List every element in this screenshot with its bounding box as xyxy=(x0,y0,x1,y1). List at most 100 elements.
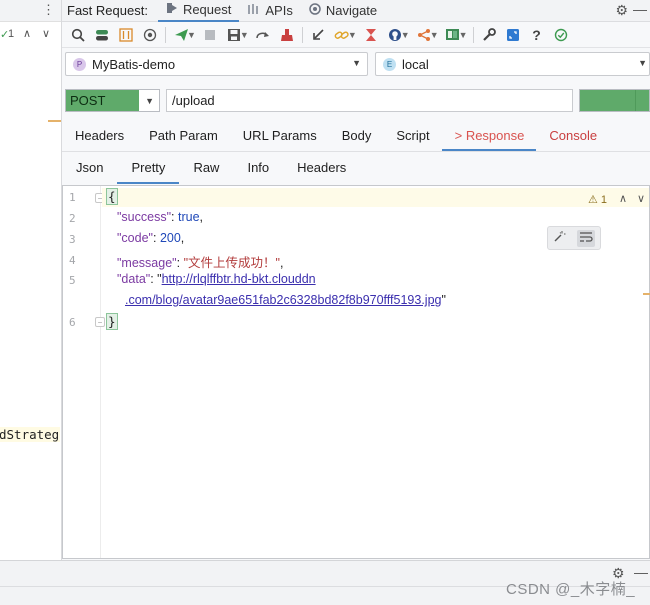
tab-response-headers[interactable]: Headers xyxy=(283,160,360,184)
code-fragment: dStrateg xyxy=(0,427,61,442)
project-badge-icon: P xyxy=(73,57,86,71)
expand-icon[interactable] xyxy=(501,23,525,47)
tab-pretty[interactable]: Pretty xyxy=(117,160,180,184)
chevron-down-icon[interactable]: ▼ xyxy=(401,30,410,40)
send-dropdown[interactable] xyxy=(635,90,649,111)
import-icon[interactable] xyxy=(306,23,330,47)
project-select[interactable]: P MyBatis-demo ▼ xyxy=(65,52,368,76)
line-number: 6 xyxy=(69,316,76,329)
watermark: CSDN @_木字楠_ xyxy=(506,581,636,598)
environment-select[interactable]: E local ▼ xyxy=(375,52,650,76)
warning-icon[interactable]: ⚠ 1 xyxy=(588,193,607,206)
fast-request-panel: Fast Request: Request APIs Navigate ⚙ — xyxy=(62,0,650,560)
method-value: POST xyxy=(66,90,139,111)
inspection-count: 1 xyxy=(8,28,15,40)
close-brace: } xyxy=(106,313,118,330)
tab-apis[interactable]: APIs xyxy=(239,0,300,22)
check-circle-icon[interactable] xyxy=(549,23,573,47)
redo-icon[interactable] xyxy=(251,23,275,47)
tab-console[interactable]: Console xyxy=(536,128,609,151)
left-panel-header: ⋮ xyxy=(0,0,61,22)
line-number: 1 xyxy=(69,191,76,204)
method-select[interactable]: POST ▼ xyxy=(65,89,160,112)
send-button[interactable] xyxy=(579,89,650,112)
apis-icon xyxy=(247,3,260,18)
response-tabs: Json Pretty Raw Info Headers xyxy=(62,154,650,184)
tool-window-titlebar: Fast Request: Request APIs Navigate ⚙ — xyxy=(62,0,650,22)
tab-raw[interactable]: Raw xyxy=(179,160,233,184)
line-gutter: 1 2 3 4 5 6 − − xyxy=(63,186,105,558)
change-marker xyxy=(48,120,61,122)
chevron-down-icon: ▼ xyxy=(352,58,361,68)
tab-path-param[interactable]: Path Param xyxy=(136,128,230,151)
chevron-down-icon[interactable]: ∨ xyxy=(637,192,645,205)
request-icon xyxy=(166,2,178,17)
tab-script[interactable]: Script xyxy=(383,128,441,151)
json-key: "code" xyxy=(117,231,153,245)
stop-icon[interactable] xyxy=(198,23,222,47)
kebab-menu-icon[interactable]: ⋮ xyxy=(42,2,55,18)
environment-badge-icon: E xyxy=(383,57,396,71)
chevron-down-icon: ▼ xyxy=(145,96,154,106)
chevron-down-icon[interactable]: ∨ xyxy=(42,27,50,40)
response-editor[interactable]: 1 2 3 4 5 6 − − { "success": true, "code… xyxy=(62,185,650,559)
open-brace: { xyxy=(106,188,118,205)
hourglass-icon[interactable] xyxy=(359,23,383,47)
tab-apis-label: APIs xyxy=(265,3,293,18)
tab-headers[interactable]: Headers xyxy=(62,128,136,151)
gear-icon[interactable]: ⚙ xyxy=(615,2,628,19)
chevron-down-icon[interactable]: ▼ xyxy=(348,30,357,40)
minimize-icon[interactable]: — xyxy=(634,564,648,580)
change-marker xyxy=(643,293,650,295)
json-link-value[interactable]: http://rlqlffbtr.hd-bkt.clouddn xyxy=(162,272,316,286)
tab-info[interactable]: Info xyxy=(233,160,283,184)
send-button-label xyxy=(580,90,635,111)
chevron-up-icon[interactable]: ∧ xyxy=(23,27,31,40)
json-value: 200 xyxy=(159,231,181,245)
line-number: 2 xyxy=(69,212,76,225)
tab-json[interactable]: Json xyxy=(62,160,117,184)
json-key: "message" xyxy=(117,256,177,270)
tab-response[interactable]: > Response xyxy=(441,128,537,151)
current-line-highlight xyxy=(102,188,649,207)
tab-request-label: Request xyxy=(182,2,232,17)
chevron-down-icon: ▼ xyxy=(638,58,647,68)
fold-icon[interactable]: − xyxy=(95,317,105,327)
toggle-icon[interactable] xyxy=(90,23,114,47)
line-number: 5 xyxy=(69,274,76,287)
warning-count: 1 xyxy=(600,194,607,206)
project-value: MyBatis-demo xyxy=(92,56,176,72)
target-icon[interactable] xyxy=(138,23,162,47)
url-input[interactable] xyxy=(166,89,573,112)
chevron-up-icon[interactable]: ∧ xyxy=(619,192,627,205)
left-editor-panel: ⋮ ✓ 1 ∧ ∨ dStrateg xyxy=(0,0,62,560)
tab-navigate[interactable]: Navigate xyxy=(301,0,385,22)
navigate-icon xyxy=(309,3,321,18)
tab-url-params[interactable]: URL Params xyxy=(230,128,329,151)
toolbar-separator xyxy=(301,26,303,43)
tab-body[interactable]: Body xyxy=(329,128,384,151)
help-icon[interactable]: ? xyxy=(525,23,549,47)
chevron-down-icon[interactable]: ▼ xyxy=(240,30,249,40)
wrench-icon[interactable] xyxy=(477,23,501,47)
tool-window-title: Fast Request: xyxy=(67,3,148,18)
json-key: "data" xyxy=(117,272,151,286)
params-icon[interactable] xyxy=(114,23,138,47)
minimize-icon[interactable]: — xyxy=(633,1,647,17)
soft-wrap-icon[interactable] xyxy=(576,229,595,247)
environment-value: local xyxy=(402,56,429,72)
clean-icon[interactable] xyxy=(275,23,299,47)
tab-navigate-label: Navigate xyxy=(325,3,378,18)
toolbar-separator xyxy=(165,26,166,43)
search-icon[interactable] xyxy=(66,23,90,47)
chevron-down-icon[interactable]: ▼ xyxy=(459,30,468,40)
tab-request[interactable]: Request xyxy=(157,0,240,22)
editor-floating-toolbar xyxy=(547,226,601,250)
magic-wand-icon[interactable] xyxy=(553,230,566,246)
chevron-down-icon[interactable]: ▼ xyxy=(187,30,196,40)
json-key: "success" xyxy=(117,210,172,224)
json-link-value-continued[interactable]: .com/blog/avatar9ae651fab2c6328bd82f8b97… xyxy=(125,293,441,307)
json-value: true xyxy=(177,210,200,224)
chevron-down-icon[interactable]: ▼ xyxy=(430,30,439,40)
toolbar: ▼ ▼ ▼ ▼ ▼ ▼ ? xyxy=(62,22,650,48)
